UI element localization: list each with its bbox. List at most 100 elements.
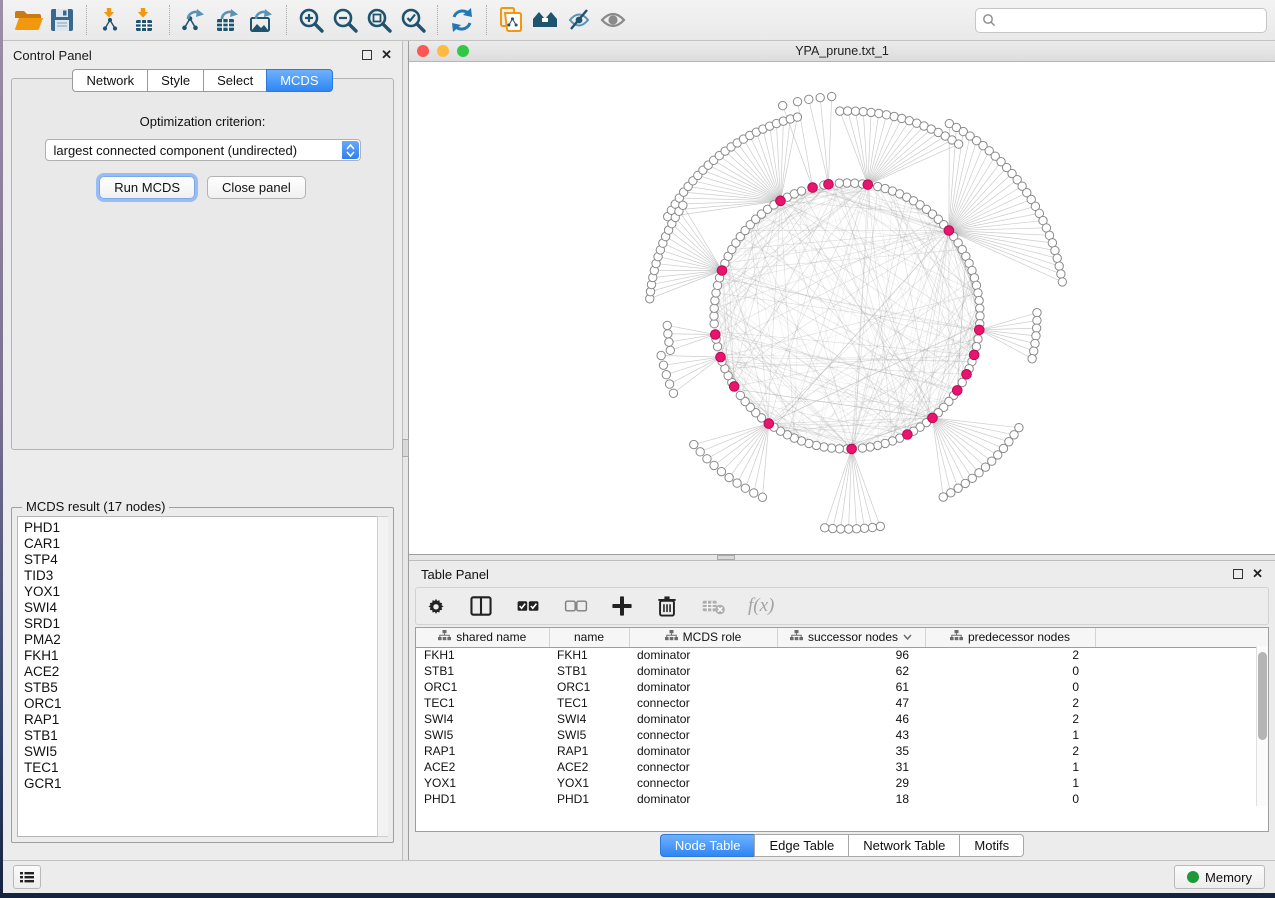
network-node[interactable] bbox=[972, 281, 980, 289]
network-node[interactable] bbox=[736, 391, 744, 399]
cell-shared-name[interactable]: RAP1 bbox=[416, 743, 549, 759]
vertical-split-divider[interactable] bbox=[402, 41, 409, 860]
mcds-hub-node[interactable] bbox=[969, 350, 979, 360]
search-box[interactable] bbox=[975, 8, 1267, 33]
export-network-icon[interactable] bbox=[177, 4, 211, 36]
cell-predecessor-nodes[interactable]: 1 bbox=[925, 727, 1095, 743]
zoom-out-icon[interactable] bbox=[328, 4, 362, 36]
network-leaf-node[interactable] bbox=[657, 351, 665, 359]
network-node[interactable] bbox=[711, 296, 719, 304]
table-settings-icon[interactable] bbox=[424, 591, 448, 621]
cell-MCDS-role[interactable]: connector bbox=[629, 727, 777, 743]
network-leaf-node[interactable] bbox=[868, 523, 876, 531]
network-node[interactable] bbox=[958, 378, 966, 386]
cell-name[interactable]: ACE2 bbox=[549, 759, 629, 775]
network-leaf-node[interactable] bbox=[876, 522, 884, 530]
cell-shared-name[interactable]: ACE2 bbox=[416, 759, 549, 775]
network-leaf-node[interactable] bbox=[793, 113, 801, 121]
search-network-icon[interactable] bbox=[528, 4, 562, 36]
table-scrollbar-thumb[interactable] bbox=[1258, 652, 1267, 740]
network-leaf-node[interactable] bbox=[1053, 254, 1061, 262]
memory-button[interactable]: Memory bbox=[1174, 865, 1265, 889]
network-leaf-node[interactable] bbox=[733, 479, 741, 487]
network-leaf-node[interactable] bbox=[859, 107, 867, 115]
cell-name[interactable]: PHD1 bbox=[549, 791, 629, 807]
network-leaf-node[interactable] bbox=[659, 361, 667, 369]
mcds-hub-node[interactable] bbox=[716, 352, 726, 362]
table-row[interactable]: SWI5SWI5connector431 bbox=[416, 727, 1268, 743]
mcds-list-scrollbar[interactable] bbox=[377, 516, 388, 837]
cell-MCDS-role[interactable]: connector bbox=[629, 759, 777, 775]
table-row[interactable]: FKH1FKH1dominator962 bbox=[416, 647, 1268, 663]
cell-name[interactable]: TEC1 bbox=[549, 695, 629, 711]
network-node[interactable] bbox=[827, 444, 835, 452]
float-panel-icon[interactable] bbox=[362, 50, 372, 60]
network-node[interactable] bbox=[976, 312, 984, 320]
table-row[interactable]: TEC1TEC1connector472 bbox=[416, 695, 1268, 711]
cell-shared-name[interactable]: YOX1 bbox=[416, 775, 549, 791]
table-row[interactable]: SWI4SWI4dominator462 bbox=[416, 711, 1268, 727]
share-network-icon[interactable] bbox=[494, 4, 528, 36]
network-leaf-node[interactable] bbox=[867, 108, 875, 116]
network-node[interactable] bbox=[974, 289, 982, 297]
mcds-result-item[interactable]: RAP1 bbox=[24, 712, 387, 728]
mcds-result-item[interactable]: GCR1 bbox=[24, 776, 387, 792]
network-leaf-node[interactable] bbox=[821, 524, 829, 532]
cell-shared-name[interactable]: FKH1 bbox=[416, 647, 549, 663]
export-table-icon[interactable] bbox=[211, 4, 245, 36]
network-leaf-node[interactable] bbox=[1048, 239, 1056, 247]
network-leaf-node[interactable] bbox=[875, 109, 883, 117]
network-node[interactable] bbox=[820, 443, 828, 451]
mcds-hub-node[interactable] bbox=[847, 444, 857, 454]
column-header-name[interactable]: name bbox=[549, 628, 629, 647]
network-leaf-node[interactable] bbox=[741, 484, 749, 492]
cell-shared-name[interactable]: ORC1 bbox=[416, 679, 549, 695]
table-row[interactable]: YOX1YOX1connector291 bbox=[416, 775, 1268, 791]
network-leaf-node[interactable] bbox=[696, 448, 704, 456]
mcds-hub-node[interactable] bbox=[776, 196, 786, 206]
network-leaf-node[interactable] bbox=[1030, 347, 1038, 355]
zoom-selected-icon[interactable] bbox=[396, 4, 430, 36]
cell-shared-name[interactable]: PHD1 bbox=[416, 791, 549, 807]
cell-predecessor-nodes[interactable]: 0 bbox=[925, 791, 1095, 807]
horizontal-split-grip[interactable] bbox=[717, 555, 735, 560]
network-leaf-node[interactable] bbox=[703, 455, 711, 463]
mcds-hub-node[interactable] bbox=[952, 386, 962, 396]
mcds-result-item[interactable]: STB1 bbox=[24, 728, 387, 744]
cell-successor-nodes[interactable]: 96 bbox=[777, 647, 925, 663]
cell-predecessor-nodes[interactable]: 1 bbox=[925, 759, 1095, 775]
network-node[interactable] bbox=[858, 444, 866, 452]
cell-predecessor-nodes[interactable]: 2 bbox=[925, 695, 1095, 711]
network-leaf-node[interactable] bbox=[758, 493, 766, 501]
cell-MCDS-role[interactable]: dominator bbox=[629, 679, 777, 695]
mcds-result-item[interactable]: SRD1 bbox=[24, 616, 387, 632]
import-table-icon[interactable] bbox=[128, 4, 162, 36]
select-all-icon[interactable] bbox=[514, 591, 542, 621]
cell-shared-name[interactable]: STB1 bbox=[416, 663, 549, 679]
mcds-hub-node[interactable] bbox=[824, 179, 834, 189]
tab-style[interactable]: Style bbox=[147, 69, 203, 92]
apply-layout-icon[interactable] bbox=[445, 4, 479, 36]
split-view-icon[interactable] bbox=[468, 591, 494, 621]
cell-successor-nodes[interactable]: 46 bbox=[777, 711, 925, 727]
cell-name[interactable]: ORC1 bbox=[549, 679, 629, 695]
network-leaf-node[interactable] bbox=[954, 140, 962, 148]
network-leaf-node[interactable] bbox=[1058, 278, 1066, 286]
tab-network-table[interactable]: Network Table bbox=[848, 834, 959, 857]
tab-mcds[interactable]: MCDS bbox=[266, 69, 332, 92]
network-leaf-node[interactable] bbox=[882, 111, 890, 119]
network-node[interactable] bbox=[713, 342, 721, 350]
network-leaf-node[interactable] bbox=[843, 107, 851, 115]
cell-MCDS-role[interactable]: dominator bbox=[629, 791, 777, 807]
network-leaf-node[interactable] bbox=[852, 525, 860, 533]
mcds-result-item[interactable]: PHD1 bbox=[24, 520, 387, 536]
network-node[interactable] bbox=[843, 179, 851, 187]
column-header-MCDS-role[interactable]: MCDS role bbox=[629, 628, 777, 647]
network-leaf-node[interactable] bbox=[805, 95, 813, 103]
cell-name[interactable]: FKH1 bbox=[549, 647, 629, 663]
network-leaf-node[interactable] bbox=[954, 484, 962, 492]
delete-column-icon[interactable] bbox=[654, 591, 680, 621]
zoom-fit-icon[interactable] bbox=[362, 4, 396, 36]
network-leaf-node[interactable] bbox=[1028, 355, 1036, 363]
cell-predecessor-nodes[interactable]: 1 bbox=[925, 775, 1095, 791]
